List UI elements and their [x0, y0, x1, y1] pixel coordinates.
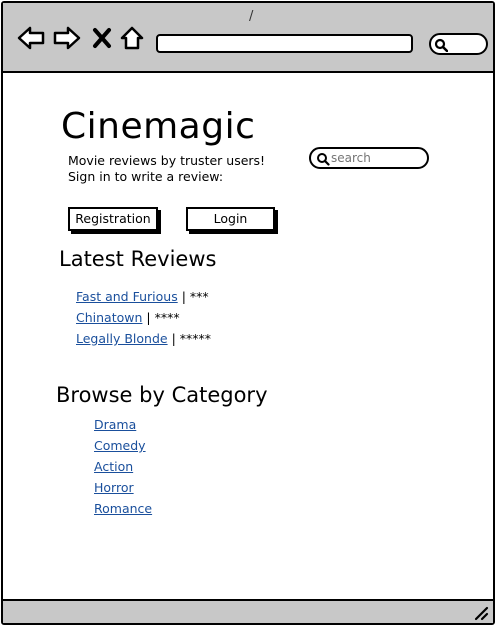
browser-status-bar — [3, 599, 493, 623]
address-bar[interactable] — [156, 34, 413, 53]
review-link[interactable]: Fast and Furious — [76, 289, 178, 304]
tab-mark: / — [249, 9, 254, 24]
browser-window: / Cinemagic Movie reviews by truster use… — [1, 1, 495, 625]
review-rating: | ***** — [171, 331, 212, 346]
search-icon — [434, 38, 448, 52]
tagline-line-2: Sign in to write a review: — [68, 169, 224, 184]
review-rating: | *** — [181, 289, 209, 304]
back-arrow-icon[interactable] — [16, 25, 46, 51]
site-tagline: Movie reviews by truster users! Sign in … — [68, 153, 265, 185]
category-link-horror[interactable]: Horror — [94, 480, 134, 496]
review-item: Fast and Furious | *** — [76, 289, 209, 305]
category-link-romance[interactable]: Romance — [94, 501, 152, 517]
browser-toolbar: / — [3, 3, 493, 73]
category-link-action[interactable]: Action — [94, 459, 133, 475]
review-link[interactable]: Chinatown — [76, 310, 142, 325]
search-icon — [317, 153, 330, 166]
resize-grip-icon[interactable] — [473, 605, 489, 621]
browse-by-category-heading: Browse by Category — [56, 383, 268, 407]
review-rating: | **** — [146, 310, 180, 325]
site-title: Cinemagic — [61, 106, 256, 147]
category-link-comedy[interactable]: Comedy — [94, 438, 146, 454]
review-item: Legally Blonde | ***** — [76, 331, 211, 347]
category-link-drama[interactable]: Drama — [94, 417, 136, 433]
login-button[interactable]: Login — [186, 207, 275, 231]
close-icon[interactable] — [92, 27, 112, 49]
forward-arrow-icon[interactable] — [52, 25, 82, 51]
home-icon[interactable] — [119, 25, 145, 51]
review-item: Chinatown | **** — [76, 310, 180, 326]
tagline-line-1: Movie reviews by truster users! — [68, 153, 266, 168]
toolbar-search-field[interactable] — [429, 33, 488, 55]
registration-button[interactable]: Registration — [68, 207, 158, 231]
latest-reviews-heading: Latest Reviews — [59, 247, 217, 271]
review-link[interactable]: Legally Blonde — [76, 331, 168, 346]
site-search-field[interactable] — [309, 147, 429, 169]
search-input[interactable] — [331, 150, 421, 166]
